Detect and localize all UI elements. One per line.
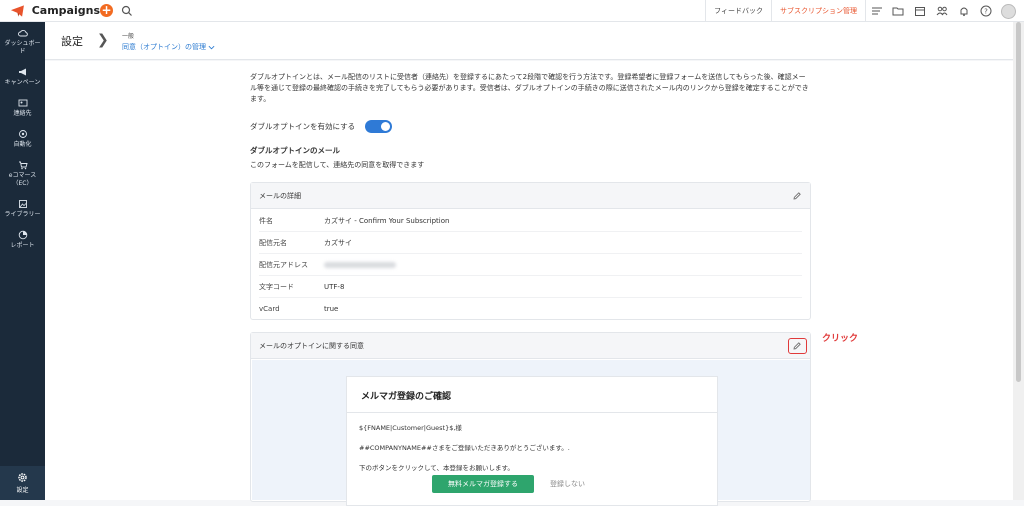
gear-icon: [18, 473, 27, 482]
cloud-icon: [17, 30, 28, 37]
click-annotation: クリック: [822, 334, 859, 344]
svg-text:?: ?: [984, 8, 988, 16]
sidebar-item-automation[interactable]: 自動化: [0, 123, 45, 154]
sidebar: ダッシュボード キャンペーン 連絡先 自動化 eコマース（EC） ライブラリー …: [0, 22, 45, 500]
card-header: メールの詳細: [251, 183, 810, 209]
list-filter-icon[interactable]: [865, 0, 887, 22]
redacted-email: [324, 261, 396, 268]
feedback-link[interactable]: フィードバック: [705, 0, 771, 22]
detail-label: 配信元名: [259, 238, 287, 247]
detail-row-vcard: vCard true: [259, 298, 802, 320]
app-name: Campaigns: [31, 4, 100, 17]
detail-label: 文字コード: [259, 282, 294, 291]
detail-value: UTF-8: [324, 282, 345, 291]
sidebar-item-label: eコマース（EC）: [8, 172, 37, 187]
detail-row-sender-address: 配信元アドレス: [259, 254, 802, 276]
pencil-icon[interactable]: [792, 191, 802, 201]
page-title: 設定: [61, 35, 83, 48]
mail-line: ${FNAME|Customer|Guest}$,様: [359, 424, 462, 432]
scrollbar[interactable]: [1013, 22, 1024, 500]
detail-label: vCard: [259, 305, 280, 313]
detail-value: true: [324, 305, 339, 313]
sidebar-item-label: キャンペーン: [4, 79, 41, 86]
sidebar-item-reports[interactable]: レポート: [0, 224, 45, 255]
toggle-knob: [381, 122, 391, 131]
mail-title: メルマガ登録のご確認: [347, 377, 717, 413]
detail-value: カズサイ: [324, 238, 352, 247]
breadcrumb-parent: 一般: [122, 33, 135, 40]
pencil-icon[interactable]: [792, 341, 802, 351]
automation-icon: [18, 130, 27, 138]
breadcrumb-chevron-icon: ❯: [97, 32, 109, 48]
sidebar-item-label: ライブラリー: [4, 211, 41, 218]
sidebar-item-settings[interactable]: 設定: [0, 466, 45, 500]
app-logo[interactable]: Campaigns: [0, 4, 100, 18]
sidebar-item-label: 自動化: [13, 141, 32, 148]
avatar[interactable]: [1001, 3, 1016, 19]
double-optin-toggle[interactable]: [365, 120, 393, 133]
mail-preview-area: メルマガ登録のご確認 ${FNAME|Customer|Guest}$,様 ##…: [252, 360, 810, 506]
subscription-link[interactable]: サブスクリプション管理: [771, 0, 865, 22]
mail-details-card: メールの詳細 件名 カズサイ - Confirm Your Subscripti…: [250, 182, 811, 320]
breadcrumb-current: 同意（オプトイン）の管理: [122, 43, 206, 51]
search-icon[interactable]: [121, 5, 133, 17]
help-icon[interactable]: ?: [975, 0, 997, 22]
add-button[interactable]: +: [100, 4, 113, 17]
mail-line: ##COMPANYNAME##さまをご登録いただきありがとうございます。.: [359, 444, 570, 452]
detail-label: 配信元アドレス: [259, 260, 308, 269]
sidebar-item-label: 連絡先: [13, 110, 32, 117]
intro-text: ダブルオプトインとは、メール配信のリストに受信者（連絡先）を登録するにあたって2…: [250, 73, 809, 103]
chevron-down-icon: [208, 45, 215, 49]
detail-row-subject: 件名 カズサイ - Confirm Your Subscription: [259, 210, 802, 232]
cart-icon: [18, 161, 28, 170]
toggle-label: ダブルオプトインを有効にする: [250, 122, 356, 131]
bell-icon[interactable]: [953, 0, 975, 22]
section-subtitle: このフォームを配信して、連絡先の同意を取得できます: [250, 161, 425, 169]
library-icon: [18, 200, 27, 208]
top-bar: Campaigns + フィードバック サブスクリプション管理 ?: [0, 0, 1024, 22]
decline-link[interactable]: 登録しない: [550, 475, 585, 493]
breadcrumb-dropdown[interactable]: 同意（オプトイン）の管理: [122, 42, 215, 52]
card-title: メールのオプトインに関する同意: [259, 342, 364, 350]
folder-icon[interactable]: [887, 0, 909, 22]
scrollbar-thumb[interactable]: [1016, 22, 1021, 382]
mail-line: 下のボタンをクリックして、本登録をお願いします。: [359, 464, 514, 472]
report-icon: [18, 230, 27, 240]
campaigns-logo-icon: [10, 4, 24, 17]
page-header: 設定 ❯ 一般 同意（オプトイン）の管理: [45, 22, 1024, 60]
sidebar-item-contacts[interactable]: 連絡先: [0, 92, 45, 123]
card-title: メールの詳細: [259, 192, 301, 200]
megaphone-icon: [18, 68, 26, 76]
calendar-icon[interactable]: [909, 0, 931, 22]
detail-row-sender-name: 配信元名 カズサイ: [259, 232, 802, 254]
sidebar-item-label: ダッシュボード: [4, 40, 41, 55]
detail-label: 件名: [259, 216, 273, 225]
sidebar-item-library[interactable]: ライブラリー: [0, 193, 45, 224]
subscribe-button[interactable]: 無料メルマガ登録する: [432, 475, 534, 493]
sidebar-item-dashboard[interactable]: ダッシュボード: [0, 22, 45, 61]
consent-card: メールのオプトインに関する同意 メルマガ登録のご確認 ${FNAME|Custo…: [250, 332, 811, 506]
mail-preview: メルマガ登録のご確認 ${FNAME|Customer|Guest}$,様 ##…: [346, 376, 718, 506]
sidebar-item-campaigns[interactable]: キャンペーン: [0, 61, 45, 92]
contact-card-icon: [18, 99, 27, 107]
detail-value: カズサイ - Confirm Your Subscription: [324, 216, 450, 225]
card-header: メールのオプトインに関する同意: [251, 333, 810, 359]
people-icon[interactable]: [931, 0, 953, 22]
double-optin-toggle-row: ダブルオプトインを有効にする: [250, 120, 393, 133]
detail-row-charset: 文字コード UTF-8: [259, 276, 802, 298]
sidebar-item-ecommerce[interactable]: eコマース（EC）: [0, 154, 45, 193]
section-title: ダブルオプトインのメール: [250, 146, 340, 155]
sidebar-item-label: レポート: [10, 242, 35, 249]
sidebar-item-label: 設定: [16, 487, 29, 494]
